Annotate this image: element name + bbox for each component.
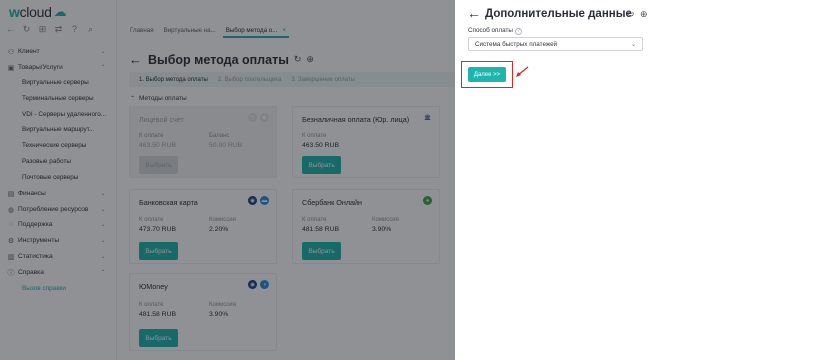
side-panel: ← Дополнительные данные ↻ ⊕ Способ оплат… — [455, 0, 840, 360]
pointer-arrow-icon — [516, 66, 529, 77]
payment-method-label: Способ оплаты? — [468, 27, 522, 35]
help-icon[interactable]: ? — [514, 28, 522, 35]
globe-icon[interactable]: ⊕ — [640, 9, 648, 20]
modal-overlay[interactable] — [0, 0, 455, 360]
panel-title: Дополнительные данные — [485, 8, 632, 20]
refresh-icon[interactable]: ↻ — [627, 9, 635, 20]
back-arrow-icon[interactable]: ← — [467, 5, 481, 21]
chevron-down-icon: ⌄ — [630, 42, 636, 48]
payment-method-select[interactable]: Система быстрых платежей ⌄ — [468, 37, 643, 51]
main-page: w cloud ☁ ← ↻ ⊞ ⇄ ? ⌕ ⚇ Клиент ⌄ ▣ Товары/Услу… — [0, 0, 455, 360]
app-root: w cloud ☁ ← ↻ ⊞ ⇄ ? ⌕ ⚇ Клиент ⌄ ▣ Товары/Услу… — [0, 0, 840, 360]
next-button[interactable]: Далее >> — [468, 67, 506, 82]
